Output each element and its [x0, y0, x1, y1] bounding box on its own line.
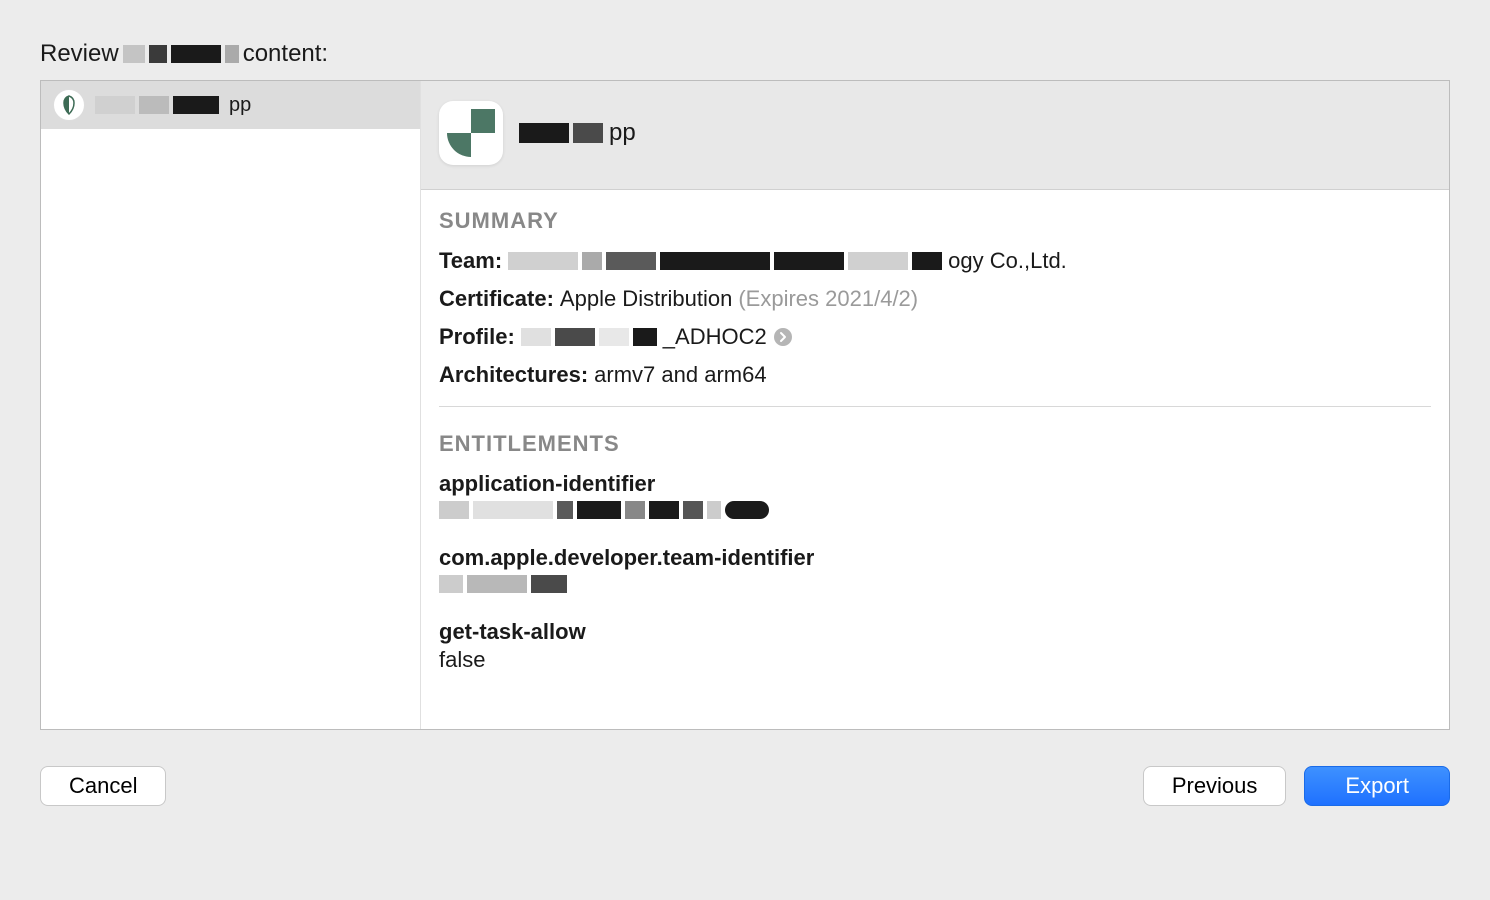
previous-button[interactable]: Previous	[1143, 766, 1287, 806]
team-row: Team: ogy Co.,Ltd.	[439, 248, 1431, 274]
architectures-row: Architectures: armv7 and arm64	[439, 362, 1431, 388]
export-button[interactable]: Export	[1304, 766, 1450, 806]
review-prefix: Review	[40, 40, 119, 68]
entitlement-value	[439, 499, 1431, 525]
detail-panel: pp SUMMARY Team: ogy Co.,Ltd. Cert	[421, 81, 1449, 729]
entitlements-title: ENTITLEMENTS	[439, 431, 1431, 457]
certificate-label: Certificate:	[439, 286, 554, 312]
redacted-text	[439, 501, 769, 519]
detail-body: SUMMARY Team: ogy Co.,Ltd. Certificate: …	[421, 190, 1449, 717]
certificate-expires: (Expires 2021/4/2)	[738, 286, 918, 312]
divider	[439, 406, 1431, 407]
certificate-row: Certificate: Apple Distribution (Expires…	[439, 286, 1431, 312]
architectures-value: armv7 and arm64	[594, 362, 766, 388]
summary-title: SUMMARY	[439, 208, 1431, 234]
entitlement-key: application-identifier	[439, 471, 1431, 497]
team-label: Team:	[439, 248, 502, 274]
profile-label: Profile:	[439, 324, 515, 350]
entitlement-value	[439, 573, 1431, 599]
detail-header: pp	[421, 81, 1449, 190]
entitlement-item: application-identifier	[439, 471, 1431, 525]
detail-app-icon	[439, 101, 503, 165]
profile-row: Profile: _ADHOC2	[439, 324, 1431, 350]
detail-app-suffix: pp	[609, 119, 636, 147]
sidebar-item-suffix: pp	[229, 94, 251, 117]
app-icon	[53, 89, 85, 121]
detail-app-name: pp	[519, 119, 636, 147]
sidebar: pp	[41, 81, 421, 729]
entitlement-value: false	[439, 647, 1431, 673]
redacted-text	[521, 328, 657, 346]
team-suffix: ogy Co.,Ltd.	[948, 248, 1067, 274]
main-panel: pp pp SUMMARY Team:	[40, 80, 1450, 730]
arrow-right-icon[interactable]	[773, 327, 793, 347]
architectures-label: Architectures:	[439, 362, 588, 388]
entitlement-item: com.apple.developer.team-identifier	[439, 545, 1431, 599]
redacted-text	[508, 252, 942, 270]
redacted-text	[439, 575, 567, 593]
redacted-text	[95, 96, 219, 114]
certificate-value: Apple Distribution	[560, 286, 732, 312]
redacted-text	[123, 45, 239, 63]
button-group-right: Previous Export	[1143, 766, 1450, 806]
button-row: Cancel Previous Export	[40, 766, 1450, 806]
review-header: Review content:	[40, 40, 1450, 68]
profile-suffix: _ADHOC2	[663, 324, 767, 350]
entitlement-key: com.apple.developer.team-identifier	[439, 545, 1431, 571]
cancel-button[interactable]: Cancel	[40, 766, 166, 806]
entitlement-item: get-task-allow false	[439, 619, 1431, 673]
review-suffix: content:	[243, 40, 328, 68]
redacted-text	[519, 123, 603, 143]
sidebar-item-app[interactable]: pp	[41, 81, 420, 129]
entitlement-key: get-task-allow	[439, 619, 1431, 645]
